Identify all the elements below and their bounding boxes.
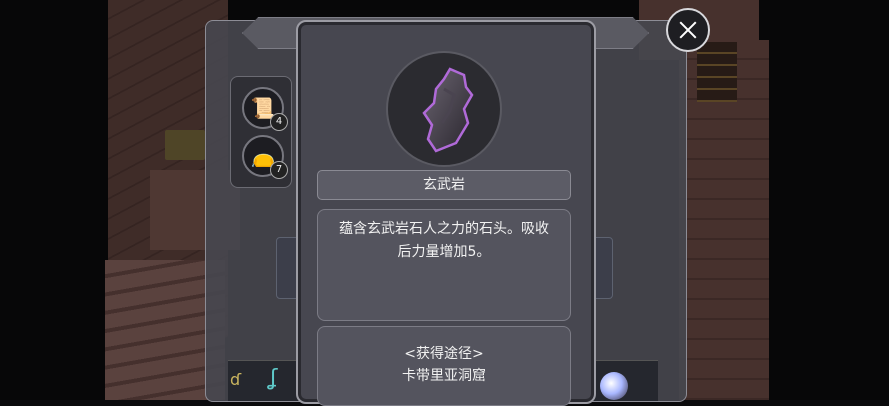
item-description: 蕴含玄武岩石人之力的石头。吸收后力量增加5。 (317, 209, 571, 321)
hook-item-icon[interactable]: ʆ (270, 366, 277, 391)
inventory-category-tabs: 📜 4 👝 7 (230, 76, 292, 188)
tab-pouches[interactable]: 👝 7 (242, 135, 288, 179)
item-name: 玄武岩 (317, 170, 571, 200)
tab-scrolls[interactable]: 📜 4 (242, 87, 288, 131)
tab-scrolls-count: 4 (270, 113, 288, 131)
item-icon-frame (386, 51, 502, 167)
item-source-box: <获得途径> 卡带里亚洞窟 (317, 326, 571, 406)
source-location: 卡带里亚洞窟 (402, 368, 486, 384)
item-slot-icon[interactable]: ɗ (230, 370, 241, 389)
close-button[interactable] (666, 8, 710, 52)
source-heading: <获得途径> (404, 346, 484, 362)
tab-pouches-count: 7 (270, 161, 288, 179)
obsidian-stone-icon (422, 67, 474, 153)
orb-item-icon[interactable] (600, 372, 628, 400)
